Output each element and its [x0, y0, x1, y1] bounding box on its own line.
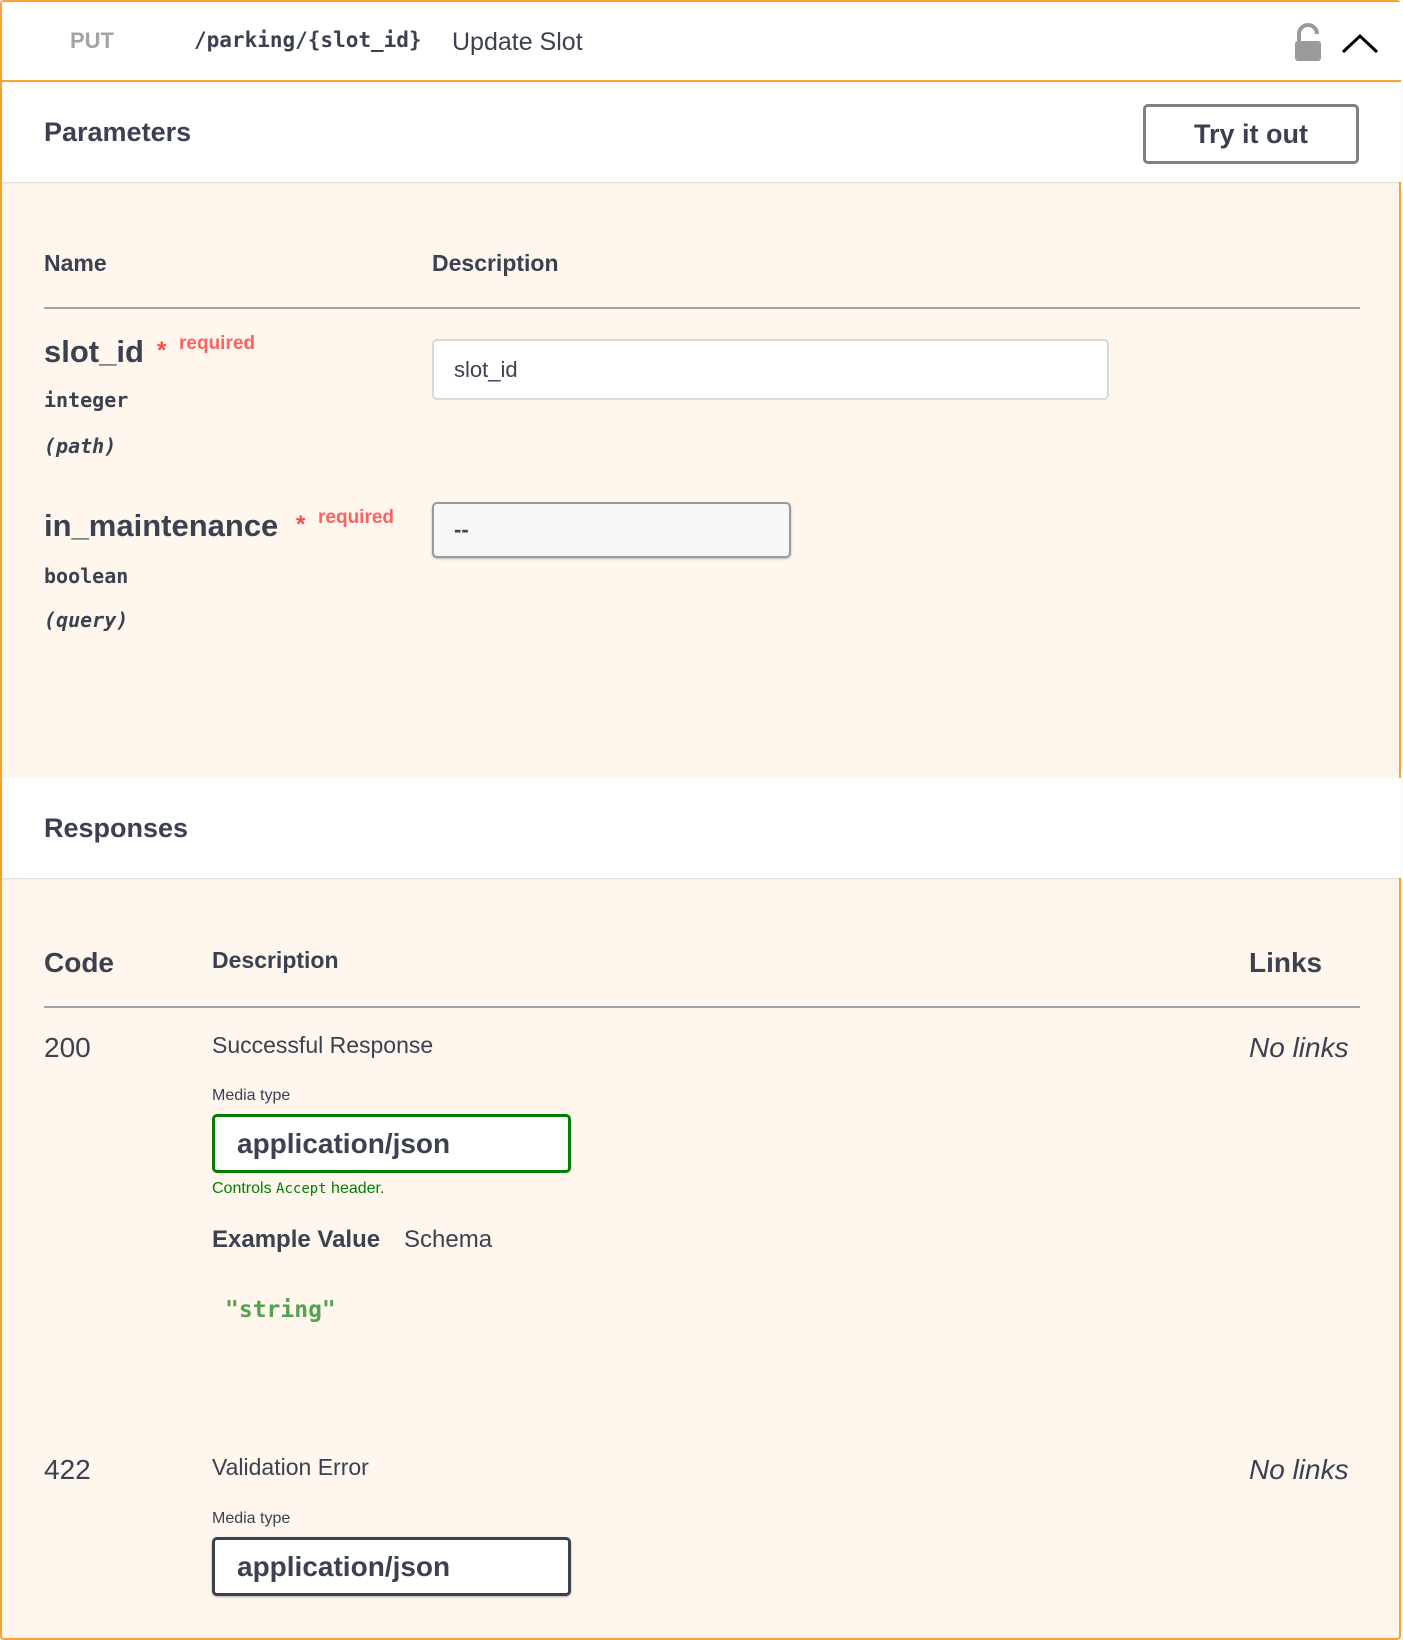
- operation-block: PUT /parking/{slot_id} Update Slot Param…: [0, 0, 1401, 1640]
- resp-col-description: Description: [212, 947, 339, 973]
- slot-id-input[interactable]: slot_id: [432, 339, 1109, 400]
- response-links: No links: [1249, 1032, 1349, 1063]
- resp-col-code: Code: [44, 947, 114, 978]
- param-location: (query): [44, 608, 129, 632]
- operation-summary-text: Update Slot: [452, 28, 583, 56]
- response-description: Successful Response: [212, 1032, 434, 1058]
- param-col-name: Name: [44, 250, 107, 276]
- response-links: No links: [1249, 1454, 1349, 1485]
- chevron-up-icon[interactable]: [1340, 28, 1380, 58]
- required-star: *: [157, 337, 167, 364]
- resp-table-rule: [44, 1006, 1360, 1008]
- param-type: integer: [44, 388, 129, 412]
- required-star: *: [296, 511, 306, 538]
- tab-example-value[interactable]: Example Value: [212, 1226, 380, 1254]
- media-type-select[interactable]: application/json: [212, 1537, 571, 1596]
- param-location: (path): [44, 434, 117, 458]
- resp-col-links: Links: [1249, 947, 1323, 978]
- param-name: slot_id: [44, 334, 144, 369]
- operation-summary[interactable]: PUT /parking/{slot_id} Update Slot: [2, 2, 1401, 82]
- unlocked-padlock-icon[interactable]: [1292, 23, 1324, 63]
- responses-header: Responses: [2, 778, 1401, 878]
- controls-accept-note: Controls Accept header.: [212, 1180, 385, 1197]
- param-name: in_maintenance: [44, 508, 279, 543]
- parameters-title: Parameters: [44, 117, 192, 147]
- endpoint-path: /parking/{slot_id}: [194, 28, 422, 52]
- responses-title: Responses: [44, 813, 189, 843]
- media-type-select[interactable]: application/json: [212, 1114, 571, 1173]
- param-type: boolean: [44, 564, 129, 588]
- example-value-code: "string": [225, 1297, 336, 1323]
- required-label: required: [179, 333, 256, 354]
- param-table-rule: [44, 307, 1360, 309]
- http-method: PUT: [70, 28, 114, 53]
- param-col-description: Description: [432, 250, 559, 276]
- response-code: 422: [44, 1454, 91, 1485]
- tab-schema[interactable]: Schema: [404, 1226, 492, 1254]
- media-type-label: Media type: [212, 1510, 291, 1527]
- required-label: required: [318, 507, 395, 528]
- response-description: Validation Error: [212, 1454, 369, 1480]
- media-type-label: Media type: [212, 1087, 291, 1104]
- response-code: 200: [44, 1032, 91, 1063]
- in-maintenance-select[interactable]: --: [432, 502, 791, 558]
- try-it-out-button[interactable]: Try it out: [1143, 104, 1359, 164]
